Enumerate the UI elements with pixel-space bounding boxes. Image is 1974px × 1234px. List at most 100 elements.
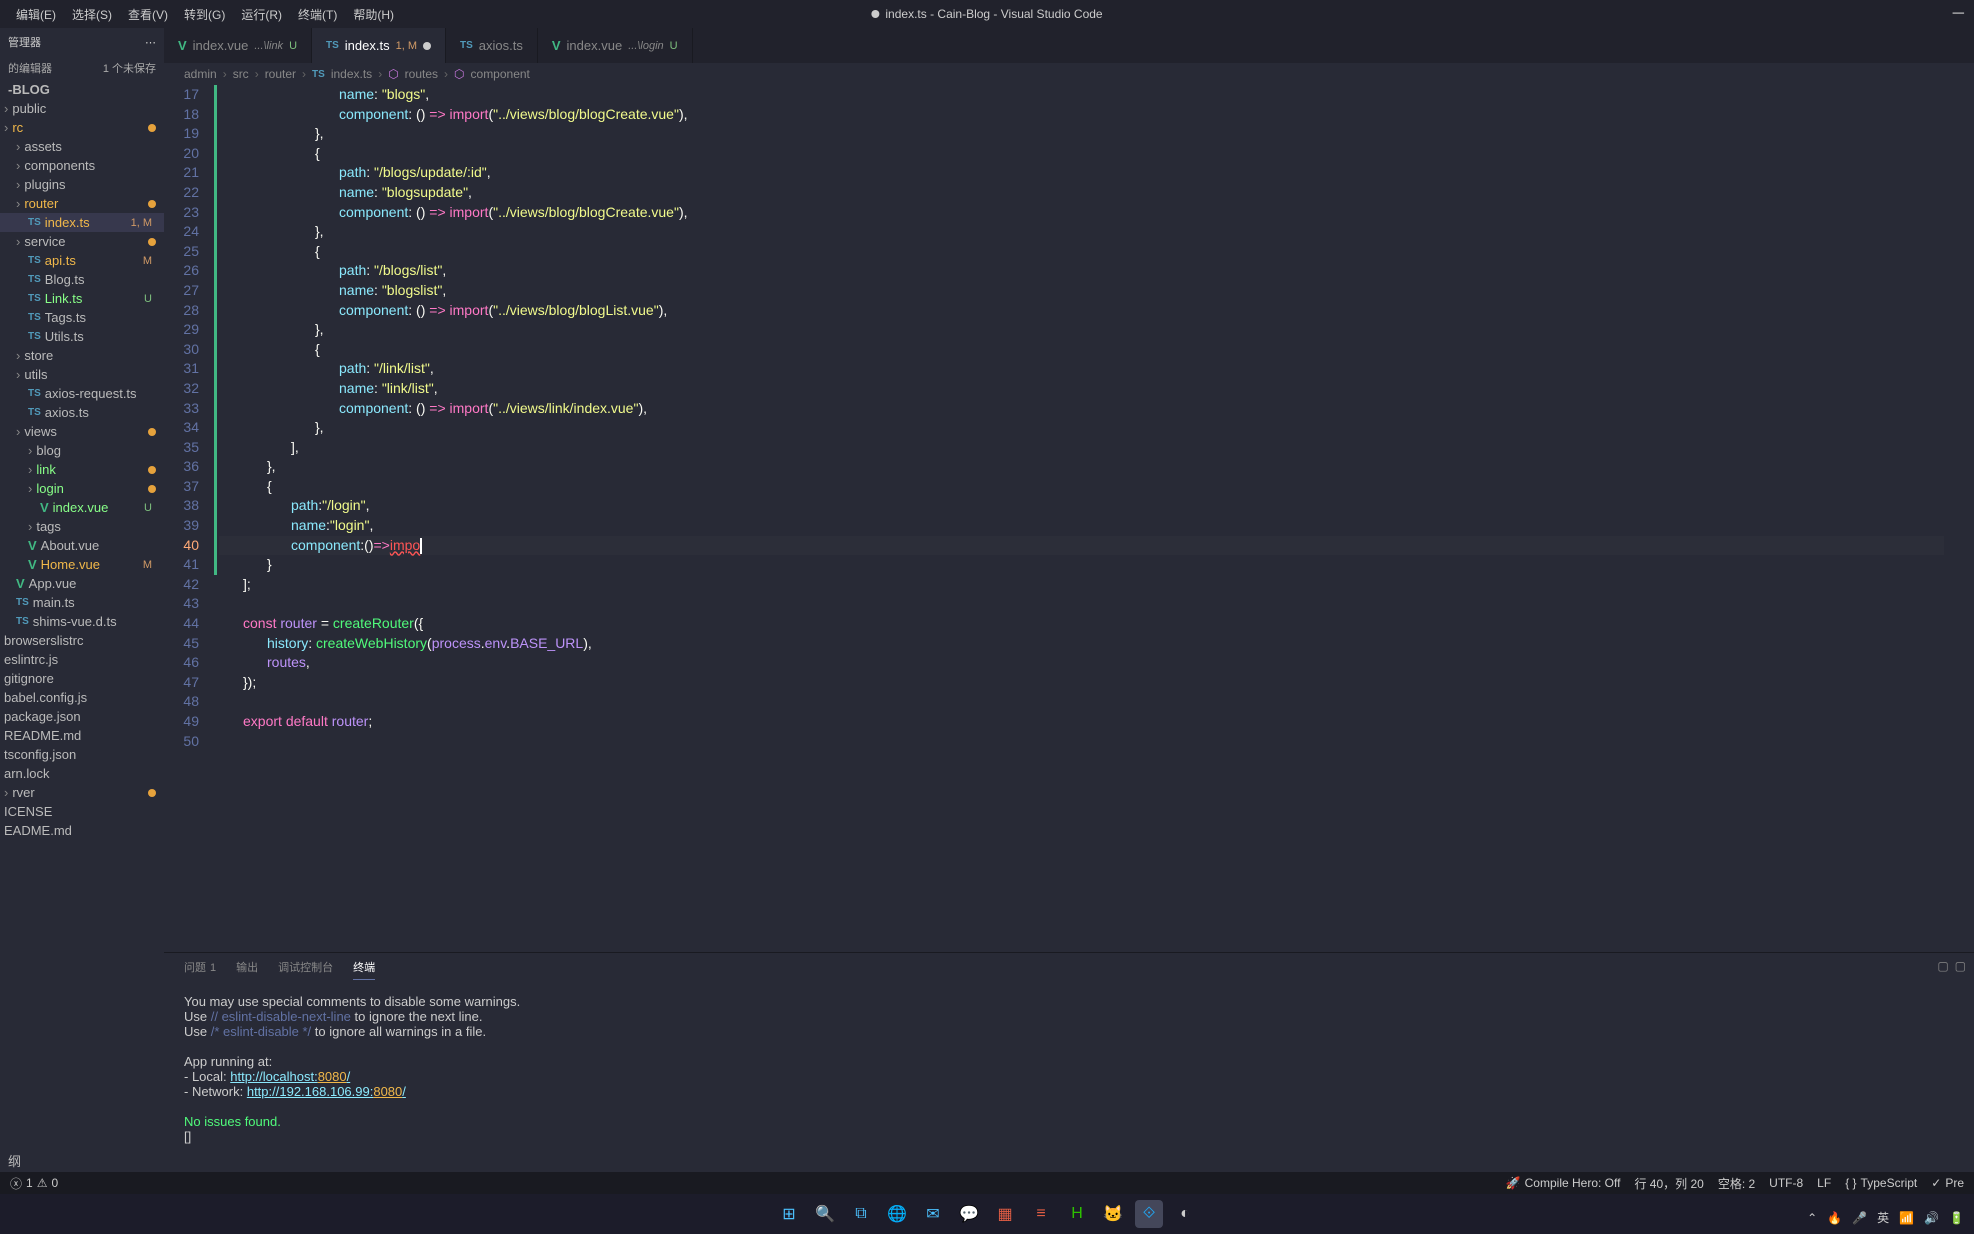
chevron-up-icon[interactable]: ⌃	[1807, 1211, 1817, 1225]
code-line[interactable]: },	[219, 124, 1974, 144]
code-line[interactable]: history: createWebHistory(process.env.BA…	[219, 634, 1974, 654]
editor-tab[interactable]: Vindex.vue...\loginU	[538, 28, 693, 63]
code-line[interactable]: },	[219, 457, 1974, 477]
tree-file[interactable]: TS Blog.ts	[0, 270, 164, 289]
terminal-content[interactable]: You may use special comments to disable …	[164, 986, 1974, 1172]
mail-icon[interactable]: ✉	[919, 1200, 947, 1228]
panel-close-icon[interactable]: ▢	[1955, 959, 1966, 977]
code-line[interactable]: component: () => import("../views/blog/b…	[219, 203, 1974, 223]
code-line[interactable]	[219, 732, 1974, 752]
code-line[interactable]: name: "blogslist",	[219, 281, 1974, 301]
code-line[interactable]: },	[219, 418, 1974, 438]
code-line[interactable]: name:"login",	[219, 516, 1974, 536]
tree-file[interactable]: TS axios-request.ts	[0, 384, 164, 403]
battery-icon[interactable]: 🔋	[1949, 1211, 1964, 1225]
menu-select[interactable]: 选择(S)	[64, 2, 120, 27]
app-icon[interactable]: ◐	[1171, 1200, 1199, 1228]
tree-folder[interactable]: › plugins	[0, 175, 164, 194]
minimap[interactable]	[1944, 85, 1974, 952]
tree-file[interactable]: V App.vue	[0, 574, 164, 593]
panel-tab-terminal[interactable]: 终端	[353, 959, 375, 980]
code-editor[interactable]: 1718192021222324252627282930313233343536…	[164, 85, 1974, 952]
tree-folder[interactable]: › link	[0, 460, 164, 479]
code-line[interactable]: name: "blogsupdate",	[219, 183, 1974, 203]
tree-file[interactable]: TS Link.tsU	[0, 289, 164, 308]
code-line[interactable]: },	[219, 320, 1974, 340]
tree-file[interactable]: TS index.ts1, M	[0, 213, 164, 232]
code-line[interactable]	[219, 594, 1974, 614]
tree-file[interactable]: TS Utils.ts	[0, 327, 164, 346]
menu-help[interactable]: 帮助(H)	[345, 2, 402, 27]
code-line[interactable]: const router = createRouter({	[219, 614, 1974, 634]
code-line[interactable]: });	[219, 673, 1974, 693]
start-button[interactable]: ⊞	[775, 1200, 803, 1228]
code-line[interactable]: component:()=>impo	[219, 536, 1974, 556]
tree-folder[interactable]: › login	[0, 479, 164, 498]
tree-file[interactable]: README.md	[0, 726, 164, 745]
code-line[interactable]: component: () => import("../views/blog/b…	[219, 301, 1974, 321]
panel-tab-debug[interactable]: 调试控制台	[278, 959, 333, 980]
tree-file[interactable]: V About.vue	[0, 536, 164, 555]
ime-indicator[interactable]: 英	[1877, 1209, 1889, 1226]
code-content[interactable]: name: "blogs",component: () => import(".…	[219, 85, 1974, 952]
code-line[interactable]: name: "blogs",	[219, 85, 1974, 105]
tree-folder[interactable]: › store	[0, 346, 164, 365]
status-lang[interactable]: { } TypeScript	[1845, 1176, 1917, 1190]
tree-folder[interactable]: › rc	[0, 118, 164, 137]
tree-file[interactable]: V index.vueU	[0, 498, 164, 517]
code-line[interactable]: {	[219, 242, 1974, 262]
tree-file[interactable]: V Home.vueM	[0, 555, 164, 574]
search-icon[interactable]: 🔍	[811, 1200, 839, 1228]
tree-file[interactable]: TS shims-vue.d.ts	[0, 612, 164, 631]
tree-file[interactable]: package.json	[0, 707, 164, 726]
code-line[interactable]: }	[219, 555, 1974, 575]
tree-folder[interactable]: › assets	[0, 137, 164, 156]
status-position[interactable]: 行 40，列 20	[1634, 1175, 1703, 1192]
breadcrumb-item[interactable]: admin	[184, 67, 217, 81]
status-compile[interactable]: 🚀 Compile Hero: Off	[1506, 1176, 1621, 1190]
code-line[interactable]: path: "/link/list",	[219, 359, 1974, 379]
menu-terminal[interactable]: 终端(T)	[290, 2, 345, 27]
status-encoding[interactable]: UTF-8	[1769, 1176, 1803, 1190]
menu-run[interactable]: 运行(R)	[233, 2, 290, 27]
tree-folder[interactable]: › components	[0, 156, 164, 175]
tray-icon[interactable]: 🔥	[1827, 1211, 1842, 1225]
tree-file[interactable]: TS Tags.ts	[0, 308, 164, 327]
code-line[interactable]: name: "link/list",	[219, 379, 1974, 399]
app-icon[interactable]: H	[1063, 1200, 1091, 1228]
tree-folder[interactable]: › tags	[0, 517, 164, 536]
code-line[interactable]: routes,	[219, 653, 1974, 673]
chrome-icon[interactable]: 🌐	[883, 1200, 911, 1228]
breadcrumb-item[interactable]: component	[471, 67, 530, 81]
tree-file[interactable]: ICENSE	[0, 802, 164, 821]
microphone-icon[interactable]: 🎤	[1852, 1211, 1867, 1225]
tree-file[interactable]: browserslistrc	[0, 631, 164, 650]
tree-file[interactable]: babel.config.js	[0, 688, 164, 707]
panel-tab-output[interactable]: 输出	[236, 959, 258, 980]
menu-go[interactable]: 转到(G)	[176, 2, 233, 27]
vscode-icon[interactable]: ⟐	[1135, 1200, 1163, 1228]
tree-folder[interactable]: › rver	[0, 783, 164, 802]
panel-tab-problems[interactable]: 问题1	[184, 959, 216, 980]
minimize-button[interactable]: ─	[1953, 5, 1964, 23]
tree-file[interactable]: eslintrc.js	[0, 650, 164, 669]
editor-tab[interactable]: TSindex.ts1, M	[312, 28, 446, 63]
status-problems[interactable]: ⓧ1 ⚠0	[10, 1175, 58, 1192]
code-line[interactable]: component: () => import("../views/link/i…	[219, 399, 1974, 419]
app-icon[interactable]: 🐱	[1099, 1200, 1127, 1228]
outline-section[interactable]: 纲	[0, 1149, 164, 1172]
open-editors-header[interactable]: 的编辑器 1 个未保存	[0, 56, 164, 80]
tree-file[interactable]: arn.lock	[0, 764, 164, 783]
tree-file[interactable]: gitignore	[0, 669, 164, 688]
code-line[interactable]	[219, 692, 1974, 712]
task-view-icon[interactable]: ⧉	[847, 1200, 875, 1228]
code-line[interactable]: component: () => import("../views/blog/b…	[219, 105, 1974, 125]
tree-folder[interactable]: › blog	[0, 441, 164, 460]
app-icon[interactable]: ▦	[991, 1200, 1019, 1228]
breadcrumb[interactable]: admin› src› router› TS index.ts› ⬡ route…	[164, 63, 1974, 85]
code-line[interactable]: ],	[219, 438, 1974, 458]
wechat-icon[interactable]: 💬	[955, 1200, 983, 1228]
code-line[interactable]: },	[219, 222, 1974, 242]
status-prettier[interactable]: ✓ Pre	[1931, 1176, 1964, 1190]
status-eol[interactable]: LF	[1817, 1176, 1831, 1190]
